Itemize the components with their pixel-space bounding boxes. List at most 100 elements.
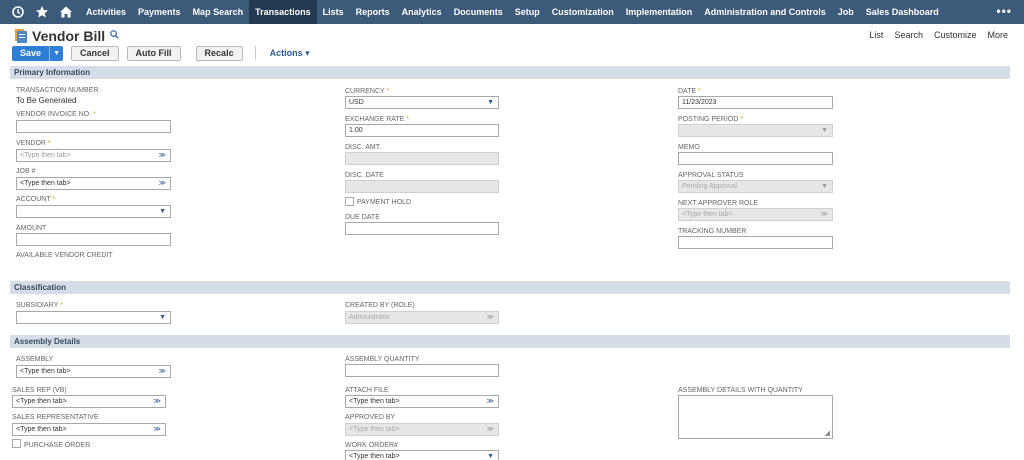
nav-item-analytics[interactable]: Analytics [396, 0, 448, 24]
purchase-order-label: PURCHASE ORDER [24, 442, 91, 449]
nav-item-lists[interactable]: Lists [317, 0, 350, 24]
work-order-select[interactable]: <Type then tab> ▼ [345, 450, 499, 460]
search-link[interactable]: Search [894, 30, 923, 40]
chevron-down-icon: ▼ [821, 127, 828, 134]
double-chevron-icon: ≫ [486, 426, 494, 433]
next-approver-role-label: NEXT APPROVER ROLE [678, 200, 759, 207]
double-chevron-icon: ≫ [486, 398, 494, 405]
double-chevron-icon: ≫ [153, 398, 161, 405]
nav-item-customization[interactable]: Customization [546, 0, 620, 24]
header-links: List Search Customize More [869, 30, 1008, 40]
account-label: ACCOUNT * [16, 196, 56, 203]
section-header-assembly-details[interactable]: Assembly Details [10, 335, 1010, 348]
double-chevron-icon: ≫ [486, 314, 494, 321]
page-title: Vendor Bill [32, 28, 106, 44]
sales-representative-label: SALES REPRESENTATIVE [12, 414, 99, 421]
due-date-input[interactable] [345, 222, 499, 235]
double-chevron-icon: ≫ [158, 180, 166, 187]
sales-representative-select[interactable]: <Type then tab> ≫ [12, 423, 166, 436]
cancel-button[interactable]: Cancel [71, 45, 119, 61]
nav-item-documents[interactable]: Documents [448, 0, 509, 24]
memo-label: MEMO [678, 144, 700, 151]
save-button-group: Save ▼ [12, 45, 64, 61]
nav-item-reports[interactable]: Reports [350, 0, 396, 24]
posting-period-select: ▼ [678, 124, 833, 137]
vendor-label: VENDOR * [16, 140, 51, 147]
approved-by-label: APPROVED BY [345, 414, 396, 421]
tracking-number-input[interactable] [678, 236, 833, 249]
nav-item-administration-and-controls[interactable]: Administration and Controls [698, 0, 832, 24]
double-chevron-icon: ≫ [158, 368, 166, 375]
recalc-button[interactable]: Recalc [195, 45, 243, 61]
subsidiary-select[interactable]: ▼ [16, 311, 171, 324]
vendor-invoice-input[interactable] [16, 120, 171, 133]
vendor-invoice-label: VENDOR INVOICE NO. * [16, 111, 96, 118]
save-button[interactable]: Save [12, 45, 50, 61]
exchange-rate-label: EXCHANGE RATE * [345, 116, 410, 123]
nav-item-map-search[interactable]: Map Search [187, 0, 250, 24]
section-header-classification[interactable]: Classification [10, 281, 1010, 294]
chevron-down-icon: ▼ [159, 208, 166, 215]
chevron-down-icon: ▼ [821, 183, 828, 190]
nav-item-payments[interactable]: Payments [132, 0, 187, 24]
purchase-order-checkbox[interactable] [12, 439, 21, 448]
section-header-primary-information[interactable]: Primary Information [10, 66, 1010, 79]
nav-item-implementation[interactable]: Implementation [620, 0, 699, 24]
more-menu-icon[interactable]: ••• [996, 0, 1012, 24]
tracking-number-label: TRACKING NUMBER [678, 228, 747, 235]
memo-input[interactable] [678, 152, 833, 165]
recent-records-icon[interactable] [6, 0, 30, 24]
next-approver-role-select: <Type then tab> ≫ [678, 208, 833, 221]
currency-select[interactable]: USD ▼ [345, 96, 499, 109]
list-link[interactable]: List [869, 30, 883, 40]
approval-status-select: Pending Approval ▼ [678, 180, 833, 193]
sales-rep-vb-select[interactable]: <Type then tab> ≫ [12, 395, 166, 408]
attach-file-select[interactable]: <Type then tab> ≫ [345, 395, 499, 408]
sales-rep-vb-label: SALES REP (VB) [12, 387, 67, 394]
job-select[interactable]: <Type then tab> ≫ [16, 177, 171, 190]
assembly-quantity-input[interactable] [345, 364, 499, 377]
assembly-select[interactable]: <Type then tab> ≫ [16, 365, 171, 378]
top-nav-bar: Activities Payments Map Search Transacti… [0, 0, 1024, 24]
available-vendor-credit-label: AVAILABLE VENDOR CREDIT [16, 252, 113, 259]
payment-hold-checkbox[interactable] [345, 197, 354, 206]
search-icon[interactable] [110, 30, 119, 42]
save-dropdown-icon[interactable]: ▼ [49, 45, 64, 61]
date-input[interactable]: 11/23/2023 [678, 96, 833, 109]
nav-item-activities[interactable]: Activities [80, 0, 132, 24]
assembly-quantity-label: ASSEMBLY QUANTITY [345, 356, 420, 363]
disc-date-input [345, 180, 499, 193]
work-order-label: WORK ORDER# [345, 442, 398, 449]
double-chevron-icon: ≫ [820, 211, 828, 218]
nav-item-setup[interactable]: Setup [509, 0, 546, 24]
currency-label: CURRENCY * [345, 88, 390, 95]
toolbar-divider [254, 46, 256, 60]
date-label: DATE * [678, 88, 701, 95]
more-link[interactable]: More [987, 30, 1008, 40]
amount-label: AMOUNT [16, 225, 47, 232]
approval-status-label: APPROVAL STATUS [678, 172, 744, 179]
nav-item-job[interactable]: Job [832, 0, 860, 24]
account-select[interactable]: ▼ [16, 205, 171, 218]
vendor-select[interactable]: <Type then tab> ≫ [16, 149, 171, 162]
auto-fill-button[interactable]: Auto Fill [126, 45, 181, 61]
actions-menu[interactable]: Actions ▾ [270, 48, 310, 59]
favorites-star-icon[interactable] [30, 0, 54, 24]
nav-item-sales-dashboard[interactable]: Sales Dashboard [860, 0, 945, 24]
created-by-role-select: Administrator ≫ [345, 311, 499, 324]
home-icon[interactable] [54, 0, 78, 24]
transaction-number-value: To Be Generated [16, 96, 77, 105]
double-chevron-icon: ≫ [153, 426, 161, 433]
chevron-down-icon: ▼ [487, 453, 494, 460]
amount-input[interactable] [16, 233, 171, 246]
nav-item-transactions[interactable]: Transactions [249, 0, 317, 24]
customize-link[interactable]: Customize [934, 30, 977, 40]
resize-handle-icon[interactable]: ◢ [825, 429, 830, 437]
due-date-label: DUE DATE [345, 214, 380, 221]
created-by-role-label: CREATED BY (ROLE) [345, 302, 415, 309]
disc-amt-input [345, 152, 499, 165]
assembly-details-with-quantity-textarea[interactable]: ◢ [678, 395, 833, 439]
assembly-label: ASSEMBLY [16, 356, 54, 363]
assembly-details-with-quantity-label: ASSEMBLY DETAILS WITH QUANTITY [678, 387, 803, 394]
exchange-rate-input[interactable]: 1.00 [345, 124, 499, 137]
